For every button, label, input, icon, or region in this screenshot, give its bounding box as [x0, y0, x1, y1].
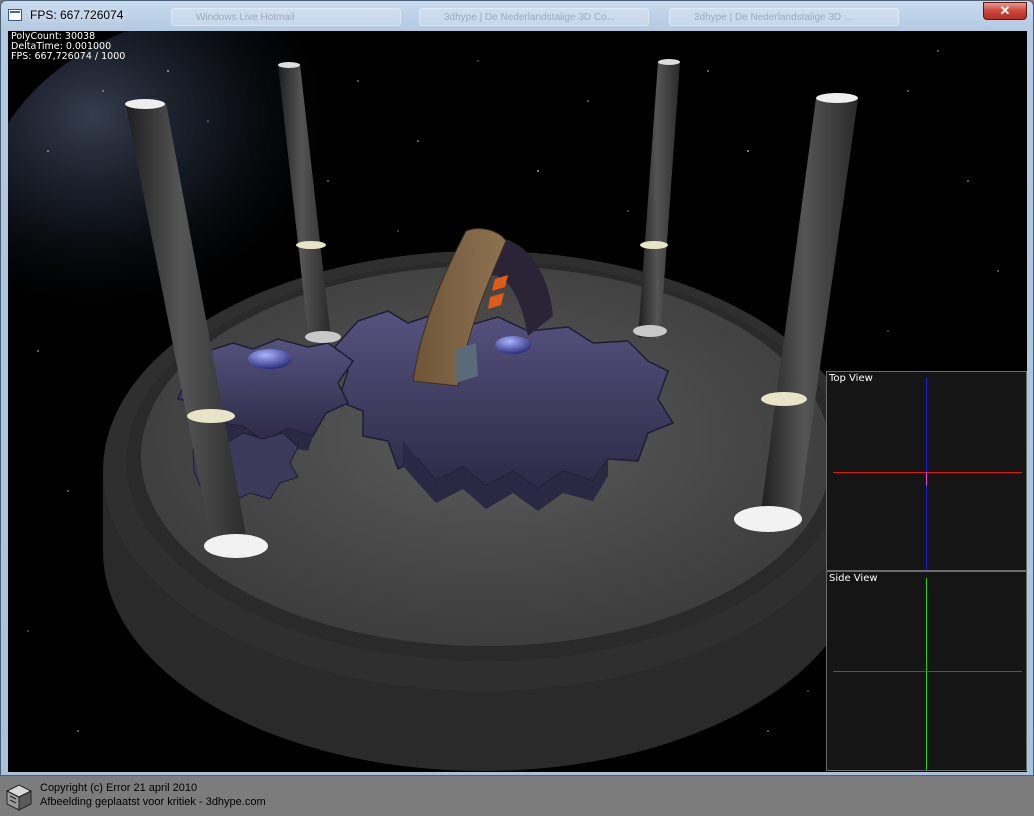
side-view-green-axis	[926, 578, 927, 770]
app-window: Windows Live Hotmail 3dhype | De Nederla…	[0, 0, 1034, 776]
background-tab: Windows Live Hotmail	[171, 8, 401, 26]
top-view-label: Top View	[829, 373, 873, 384]
background-tab: 3dhype | De Nederlandstalige 3D Co...	[419, 8, 649, 26]
window-title: FPS: 667.726074	[30, 8, 124, 22]
title-bar[interactable]: Windows Live Hotmail 3dhype | De Nederla…	[1, 1, 1033, 31]
close-icon: ✕	[999, 3, 1011, 18]
top-view-panel[interactable]: Top View	[826, 371, 1027, 571]
background-tab: 3dhype | De Nederlandstalige 3D ...	[669, 8, 899, 26]
caption-text: Afbeelding geplaatst voor kritiek - 3dhy…	[40, 796, 266, 808]
stats-overlay: PolyCount: 30038 DeltaTime: 0.001000 FPS…	[11, 32, 125, 62]
top-view-marker	[926, 472, 927, 486]
3d-viewport[interactable]: PolyCount: 30038 DeltaTime: 0.001000 FPS…	[8, 31, 1027, 772]
footer-bar: Copyright (c) Error 21 april 2010 Afbeel…	[0, 776, 1034, 816]
side-view-label: Side View	[829, 573, 878, 584]
side-view-red-axis	[833, 671, 1022, 672]
top-view-red-axis	[833, 472, 1022, 473]
copyright-text: Copyright (c) Error 21 april 2010	[40, 782, 198, 794]
fps-text: FPS: 667,726074 / 1000	[11, 51, 126, 62]
box-icon	[5, 784, 33, 811]
close-button[interactable]: ✕	[983, 2, 1027, 20]
window-icon[interactable]	[8, 9, 22, 21]
side-view-panel[interactable]: Side View	[826, 571, 1027, 771]
